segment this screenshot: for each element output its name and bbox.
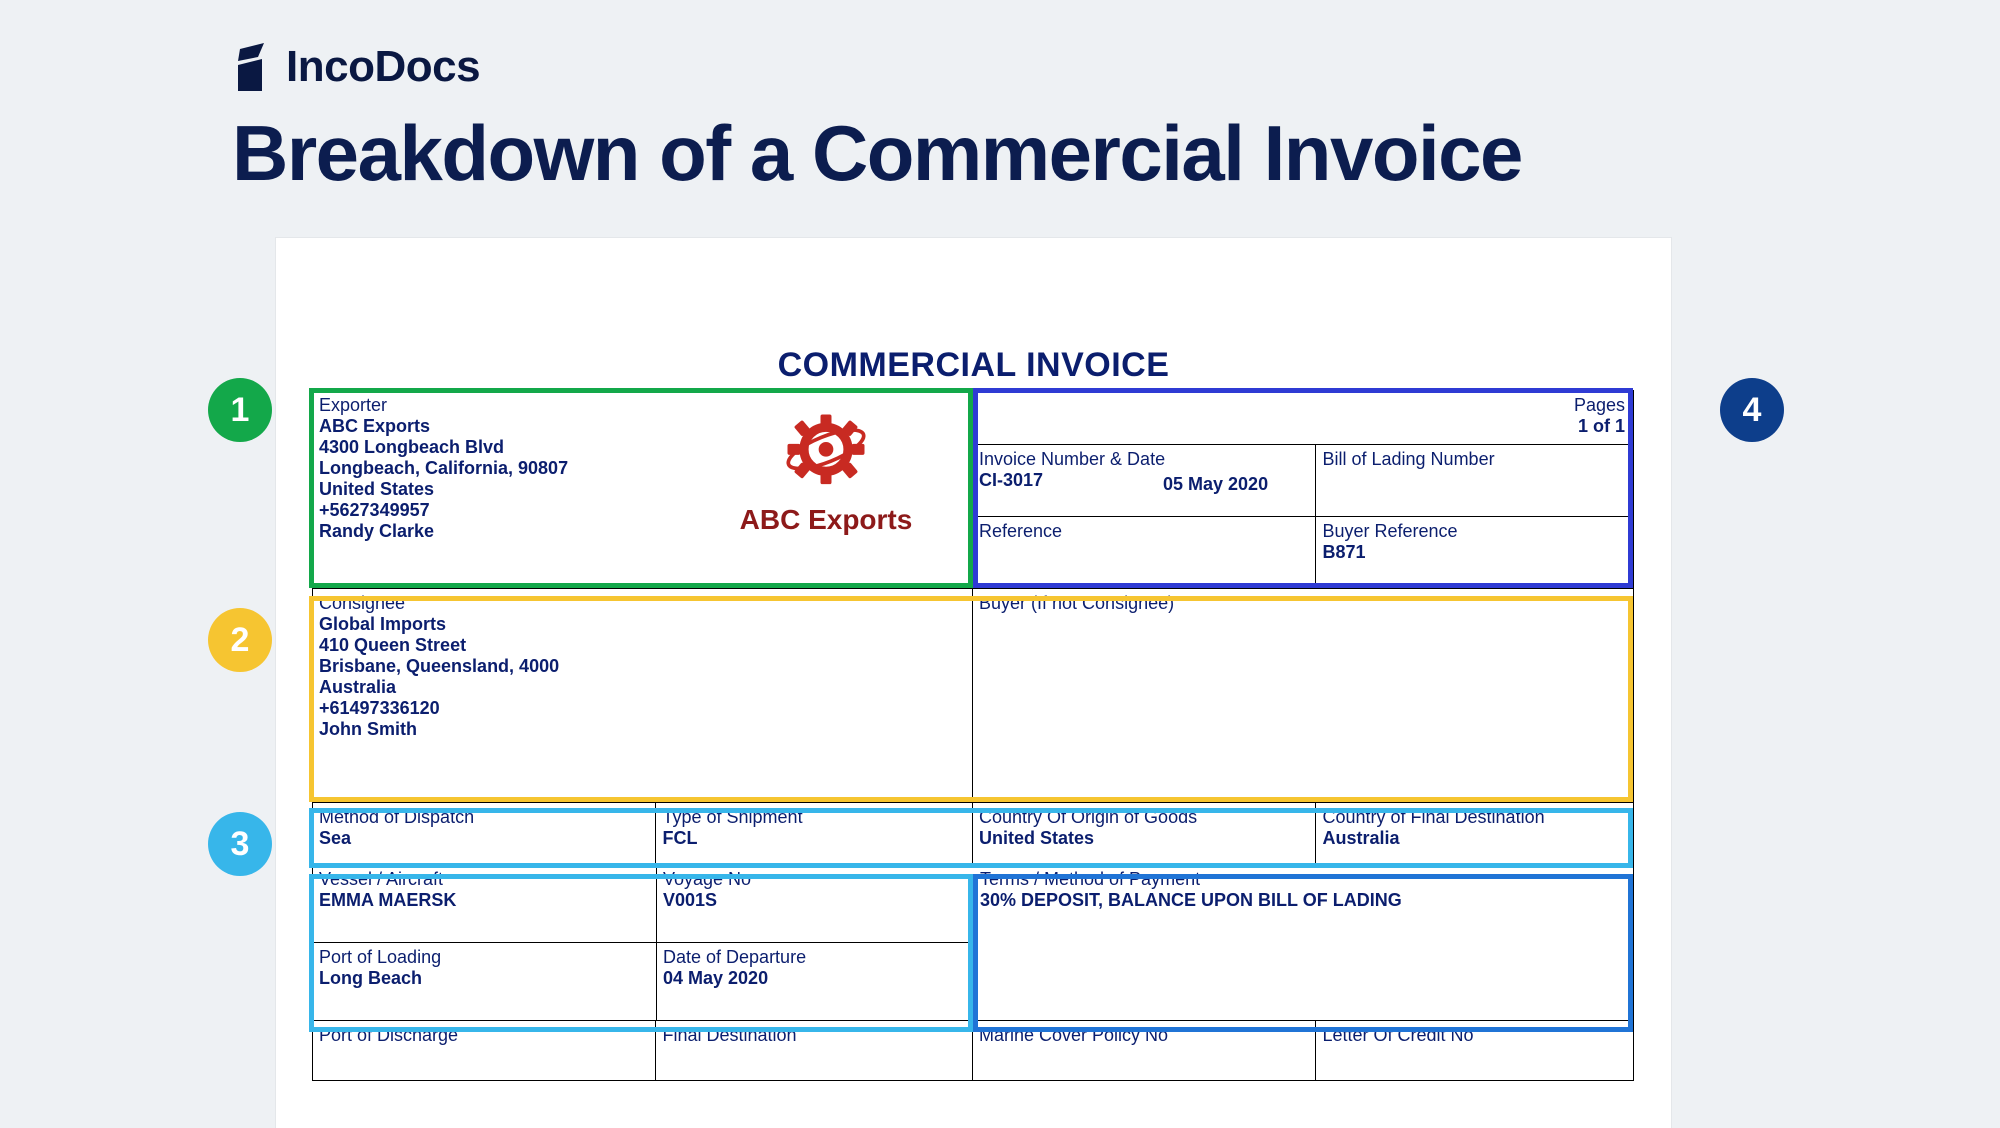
pol-label: Port of Loading [319, 947, 650, 968]
voyage-label: Voyage No [663, 869, 968, 890]
invoice-grid: Exporter ABC Exports 4300 Longbeach Blvd… [312, 390, 1634, 1081]
origin-label: Country Of Origin of Goods [979, 807, 1309, 828]
consignee-country: Australia [319, 677, 966, 698]
terms-value: 30% DEPOSIT, BALANCE UPON BILL OF LADING [980, 890, 1627, 911]
type-value: FCL [662, 828, 966, 849]
buyer-ref-value: B871 [1322, 542, 1627, 563]
consignee-cell: Consignee Global Imports 410 Queen Stree… [313, 589, 973, 802]
reference-cell: Reference [973, 517, 1316, 588]
pod-cell: Port of Discharge [313, 1021, 656, 1080]
consignee-label: Consignee [319, 593, 966, 614]
buyer-cell: Buyer (If not Consignee) [973, 589, 1633, 802]
method-cell: Method of Dispatch Sea [313, 803, 656, 864]
pages-value: 1 of 1 [979, 416, 1625, 437]
pol-value: Long Beach [319, 968, 650, 989]
consignee-contact: John Smith [319, 719, 966, 740]
exporter-company-logo: ABC Exports [706, 409, 946, 536]
invoice-number-cell: Invoice Number & Date CI-3017 05 May 202… [973, 445, 1316, 516]
method-label: Method of Dispatch [319, 807, 649, 828]
pol-cell: Port of Loading Long Beach [313, 943, 657, 1021]
departure-label: Date of Departure [663, 947, 968, 968]
consignee-addr2: Brisbane, Queensland, 4000 [319, 656, 966, 677]
pod-label: Port of Discharge [319, 1025, 649, 1046]
final-dest-label: Final Destination [662, 1025, 966, 1046]
buyer-label: Buyer (If not Consignee) [979, 593, 1627, 614]
bol-label: Bill of Lading Number [1322, 449, 1627, 470]
pages-label: Pages [979, 395, 1625, 416]
consignee-addr1: 410 Queen Street [319, 635, 966, 656]
vessel-label: Vessel / Aircraft [319, 869, 650, 890]
page-title: Breakdown of a Commercial Invoice [232, 108, 1522, 199]
pages-cell: Pages 1 of 1 [973, 391, 1633, 445]
badge-3: 3 [208, 812, 272, 876]
voyage-value: V001S [663, 890, 968, 911]
type-label: Type of Shipment [662, 807, 966, 828]
origin-cell: Country Of Origin of Goods United States [973, 803, 1316, 864]
lc-cell: Letter Of Credit No [1316, 1021, 1633, 1080]
brand-logo: IncoDocs [232, 42, 480, 92]
voyage-cell: Voyage No V001S [657, 865, 974, 942]
consignee-name: Global Imports [319, 614, 966, 635]
vessel-value: EMMA MAERSK [319, 890, 650, 911]
type-cell: Type of Shipment FCL [656, 803, 973, 864]
exporter-cell: Exporter ABC Exports 4300 Longbeach Blvd… [313, 391, 973, 589]
dest-cell: Country of Final Destination Australia [1316, 803, 1633, 864]
consignee-phone: +61497336120 [319, 698, 966, 719]
vessel-cell: Vessel / Aircraft EMMA MAERSK [313, 865, 657, 942]
origin-value: United States [979, 828, 1309, 849]
invoice-number-label: Invoice Number & Date [979, 449, 1309, 470]
brand-name: IncoDocs [286, 42, 480, 92]
invoice-date-value: 05 May 2020 [1163, 474, 1268, 495]
document-sheet: COMMERCIAL INVOICE Exporter ABC Exports … [276, 238, 1671, 1128]
reference-label: Reference [979, 521, 1309, 542]
method-value: Sea [319, 828, 649, 849]
incodocs-icon [232, 43, 272, 91]
terms-cell: Terms / Method of Payment 30% DEPOSIT, B… [974, 865, 1633, 1020]
departure-cell: Date of Departure 04 May 2020 [657, 943, 974, 1021]
marine-cell: Marine Cover Policy No [973, 1021, 1316, 1080]
terms-label: Terms / Method of Payment [980, 869, 1627, 890]
bol-cell: Bill of Lading Number [1316, 445, 1633, 516]
departure-value: 04 May 2020 [663, 968, 968, 989]
lc-label: Letter Of Credit No [1322, 1025, 1627, 1046]
badge-1: 1 [208, 378, 272, 442]
marine-label: Marine Cover Policy No [979, 1025, 1309, 1046]
document-title: COMMERCIAL INVOICE [276, 346, 1671, 385]
dest-label: Country of Final Destination [1322, 807, 1627, 828]
buyer-ref-label: Buyer Reference [1322, 521, 1627, 542]
badge-2: 2 [208, 608, 272, 672]
exporter-logo-text: ABC Exports [706, 504, 946, 536]
buyer-ref-cell: Buyer Reference B871 [1316, 517, 1633, 588]
gear-icon [771, 409, 881, 497]
dest-value: Australia [1322, 828, 1627, 849]
badge-4: 4 [1720, 378, 1784, 442]
final-dest-cell: Final Destination [656, 1021, 973, 1080]
